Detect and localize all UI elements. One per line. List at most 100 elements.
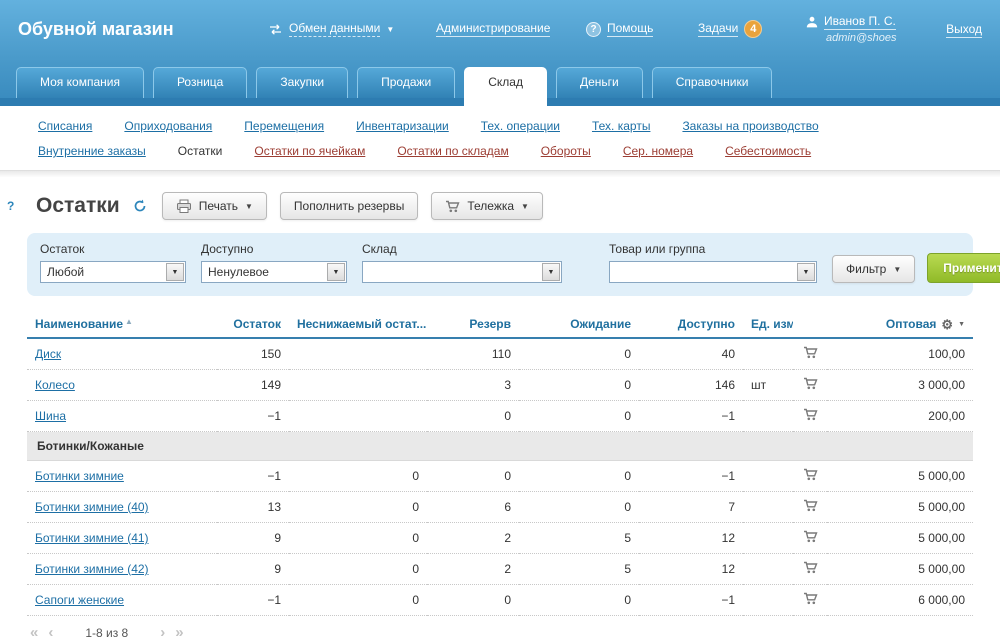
product-link[interactable]: Ботинки зимние (42) bbox=[35, 562, 149, 576]
filter-button[interactable]: Фильтр ▼ bbox=[832, 255, 915, 283]
reserve-cell: 0 bbox=[427, 461, 519, 492]
column-header-unit[interactable]: Ед. изм. bbox=[743, 310, 793, 338]
product-link[interactable]: Колесо bbox=[35, 378, 75, 392]
user-email: admin@shoes bbox=[826, 32, 946, 44]
product-link[interactable]: Диск bbox=[35, 347, 61, 361]
cart-menu-label: Тележка bbox=[467, 199, 514, 213]
table-row: Диск 150 110 0 40 100,00 bbox=[27, 338, 973, 370]
column-header-name[interactable]: Наименование▲ bbox=[27, 310, 217, 338]
product-link[interactable]: Ботинки зимние (41) bbox=[35, 531, 149, 545]
cart-icon[interactable] bbox=[803, 592, 818, 605]
subnav-teh-karty[interactable]: Тех. карты bbox=[592, 119, 650, 133]
unit-cell bbox=[743, 461, 793, 492]
stock-filter-select[interactable]: Любой ▼ bbox=[40, 261, 186, 283]
tasks-link[interactable]: Задачи bbox=[698, 21, 738, 37]
refresh-icon[interactable] bbox=[133, 199, 147, 213]
cart-icon[interactable] bbox=[803, 468, 818, 481]
data-exchange-menu[interactable]: Обмен данными ▼ bbox=[268, 21, 436, 37]
unit-cell bbox=[743, 554, 793, 585]
stock-filter-field: Остаток Любой ▼ bbox=[40, 242, 186, 283]
min-stock-cell: 0 bbox=[289, 461, 427, 492]
product-name-cell: Ботинки зимние (42) bbox=[27, 554, 217, 585]
apply-button-label: Применить bbox=[943, 261, 1000, 275]
apply-button[interactable]: Применить bbox=[927, 253, 1000, 283]
first-page-icon[interactable]: « bbox=[30, 625, 38, 640]
pagination-text: 1-8 из 8 bbox=[85, 626, 128, 640]
replenish-reserves-button[interactable]: Пополнить резервы bbox=[280, 192, 418, 220]
price-cell: 5 000,00 bbox=[827, 523, 973, 554]
subnav-sebestoimost[interactable]: Себестоимость bbox=[725, 144, 811, 158]
subnav-inventarizatsii[interactable]: Инвентаризации bbox=[356, 119, 449, 133]
chevron-down-icon: ▼ bbox=[386, 25, 394, 34]
administration-link[interactable]: Администрирование bbox=[436, 21, 550, 37]
table-row: Колесо 149 3 0 146 шт 3 000,00 bbox=[27, 370, 973, 401]
product-filter-select[interactable]: ▼ bbox=[609, 261, 817, 283]
tab-retail[interactable]: Розница bbox=[153, 67, 247, 98]
pagination: « ‹ 1-8 из 8 › » bbox=[0, 616, 1000, 640]
price-cell: 5 000,00 bbox=[827, 492, 973, 523]
subnav-oprihodovaniya[interactable]: Оприходования bbox=[124, 119, 212, 133]
print-label: Печать bbox=[199, 199, 238, 213]
print-button[interactable]: Печать ▼ bbox=[162, 192, 267, 220]
stock-cell: 150 bbox=[217, 338, 289, 370]
column-header-awaiting[interactable]: Ожидание bbox=[519, 310, 639, 338]
product-link[interactable]: Ботинки зимние (40) bbox=[35, 500, 149, 514]
next-page-icon[interactable]: › bbox=[160, 625, 165, 640]
product-link[interactable]: Сапоги женские bbox=[35, 593, 124, 607]
tab-warehouse[interactable]: Склад bbox=[464, 67, 547, 106]
product-link[interactable]: Ботинки зимние bbox=[35, 469, 124, 483]
printer-icon bbox=[176, 199, 192, 214]
cart-icon[interactable] bbox=[803, 408, 818, 421]
page-help-icon[interactable]: ? bbox=[7, 199, 14, 213]
stock-cell: −1 bbox=[217, 461, 289, 492]
exchange-icon bbox=[268, 24, 283, 35]
subnav-peremeshcheniya[interactable]: Перемещения bbox=[244, 119, 324, 133]
column-header-min-stock[interactable]: Неснижаемый остат... bbox=[289, 310, 427, 338]
available-filter-field: Доступно Ненулевое ▼ bbox=[201, 242, 347, 283]
group-row[interactable]: Ботинки/Кожаные bbox=[27, 432, 973, 461]
subnav-zakazy-na-proizvodstvo[interactable]: Заказы на производство bbox=[682, 119, 818, 133]
available-filter-select[interactable]: Ненулевое ▼ bbox=[201, 261, 347, 283]
tab-sales[interactable]: Продажи bbox=[357, 67, 455, 98]
help-link[interactable]: Помощь bbox=[607, 21, 653, 37]
subnav-teh-operatsii[interactable]: Тех. операции bbox=[481, 119, 560, 133]
logout-item: Выход bbox=[946, 22, 982, 36]
cart-icon[interactable] bbox=[803, 530, 818, 543]
subnav-spisaniya[interactable]: Списания bbox=[38, 119, 92, 133]
last-page-icon[interactable]: » bbox=[175, 625, 183, 640]
tab-money[interactable]: Деньги bbox=[556, 67, 643, 98]
product-name-cell: Ботинки зимние (41) bbox=[27, 523, 217, 554]
cart-menu-button[interactable]: Тележка ▼ bbox=[431, 192, 543, 220]
subnav-ostatki-po-yacheykam[interactable]: Остатки по ячейкам bbox=[254, 144, 365, 158]
column-header-reserve[interactable]: Резерв bbox=[427, 310, 519, 338]
subnav-ser-nomera[interactable]: Сер. номера bbox=[623, 144, 693, 158]
chevron-down-icon: ▼ bbox=[958, 321, 965, 328]
subnav-oboroty[interactable]: Обороты bbox=[541, 144, 591, 158]
gear-icon[interactable]: ⚙ bbox=[941, 318, 953, 331]
tab-directories[interactable]: Справочники bbox=[652, 67, 773, 98]
tab-purchases[interactable]: Закупки bbox=[256, 67, 348, 98]
min-stock-cell bbox=[289, 401, 427, 432]
awaiting-cell: 0 bbox=[519, 461, 639, 492]
column-header-price[interactable]: Оптовая ⚙ ▼ bbox=[827, 310, 973, 338]
cart-icon[interactable] bbox=[803, 561, 818, 574]
prev-page-icon[interactable]: ‹ bbox=[48, 625, 53, 640]
user-link[interactable]: Иванов П. С. bbox=[824, 14, 896, 30]
subnav-vnutrennie-zakazy[interactable]: Внутренние заказы bbox=[38, 144, 146, 158]
chevron-down-icon: ▼ bbox=[893, 265, 901, 274]
warehouse-filter-field: Склад ▼ bbox=[362, 242, 562, 283]
column-header-stock[interactable]: Остаток bbox=[217, 310, 289, 338]
cart-icon[interactable] bbox=[803, 499, 818, 512]
cart-icon[interactable] bbox=[803, 377, 818, 390]
logout-link[interactable]: Выход bbox=[946, 22, 982, 38]
awaiting-cell: 5 bbox=[519, 523, 639, 554]
product-link[interactable]: Шина bbox=[35, 409, 66, 423]
subnav-ostatki-po-skladam[interactable]: Остатки по складам bbox=[397, 144, 508, 158]
topbar: Обувной магазин Обмен данными ▼ Админист… bbox=[0, 0, 1000, 58]
warehouse-filter-select[interactable]: ▼ bbox=[362, 261, 562, 283]
cart-icon[interactable] bbox=[803, 346, 818, 359]
product-name-cell: Сапоги женские bbox=[27, 585, 217, 616]
tab-my-company[interactable]: Моя компания bbox=[16, 67, 144, 98]
tasks-badge[interactable]: 4 bbox=[744, 20, 762, 38]
column-header-available[interactable]: Доступно bbox=[639, 310, 743, 338]
